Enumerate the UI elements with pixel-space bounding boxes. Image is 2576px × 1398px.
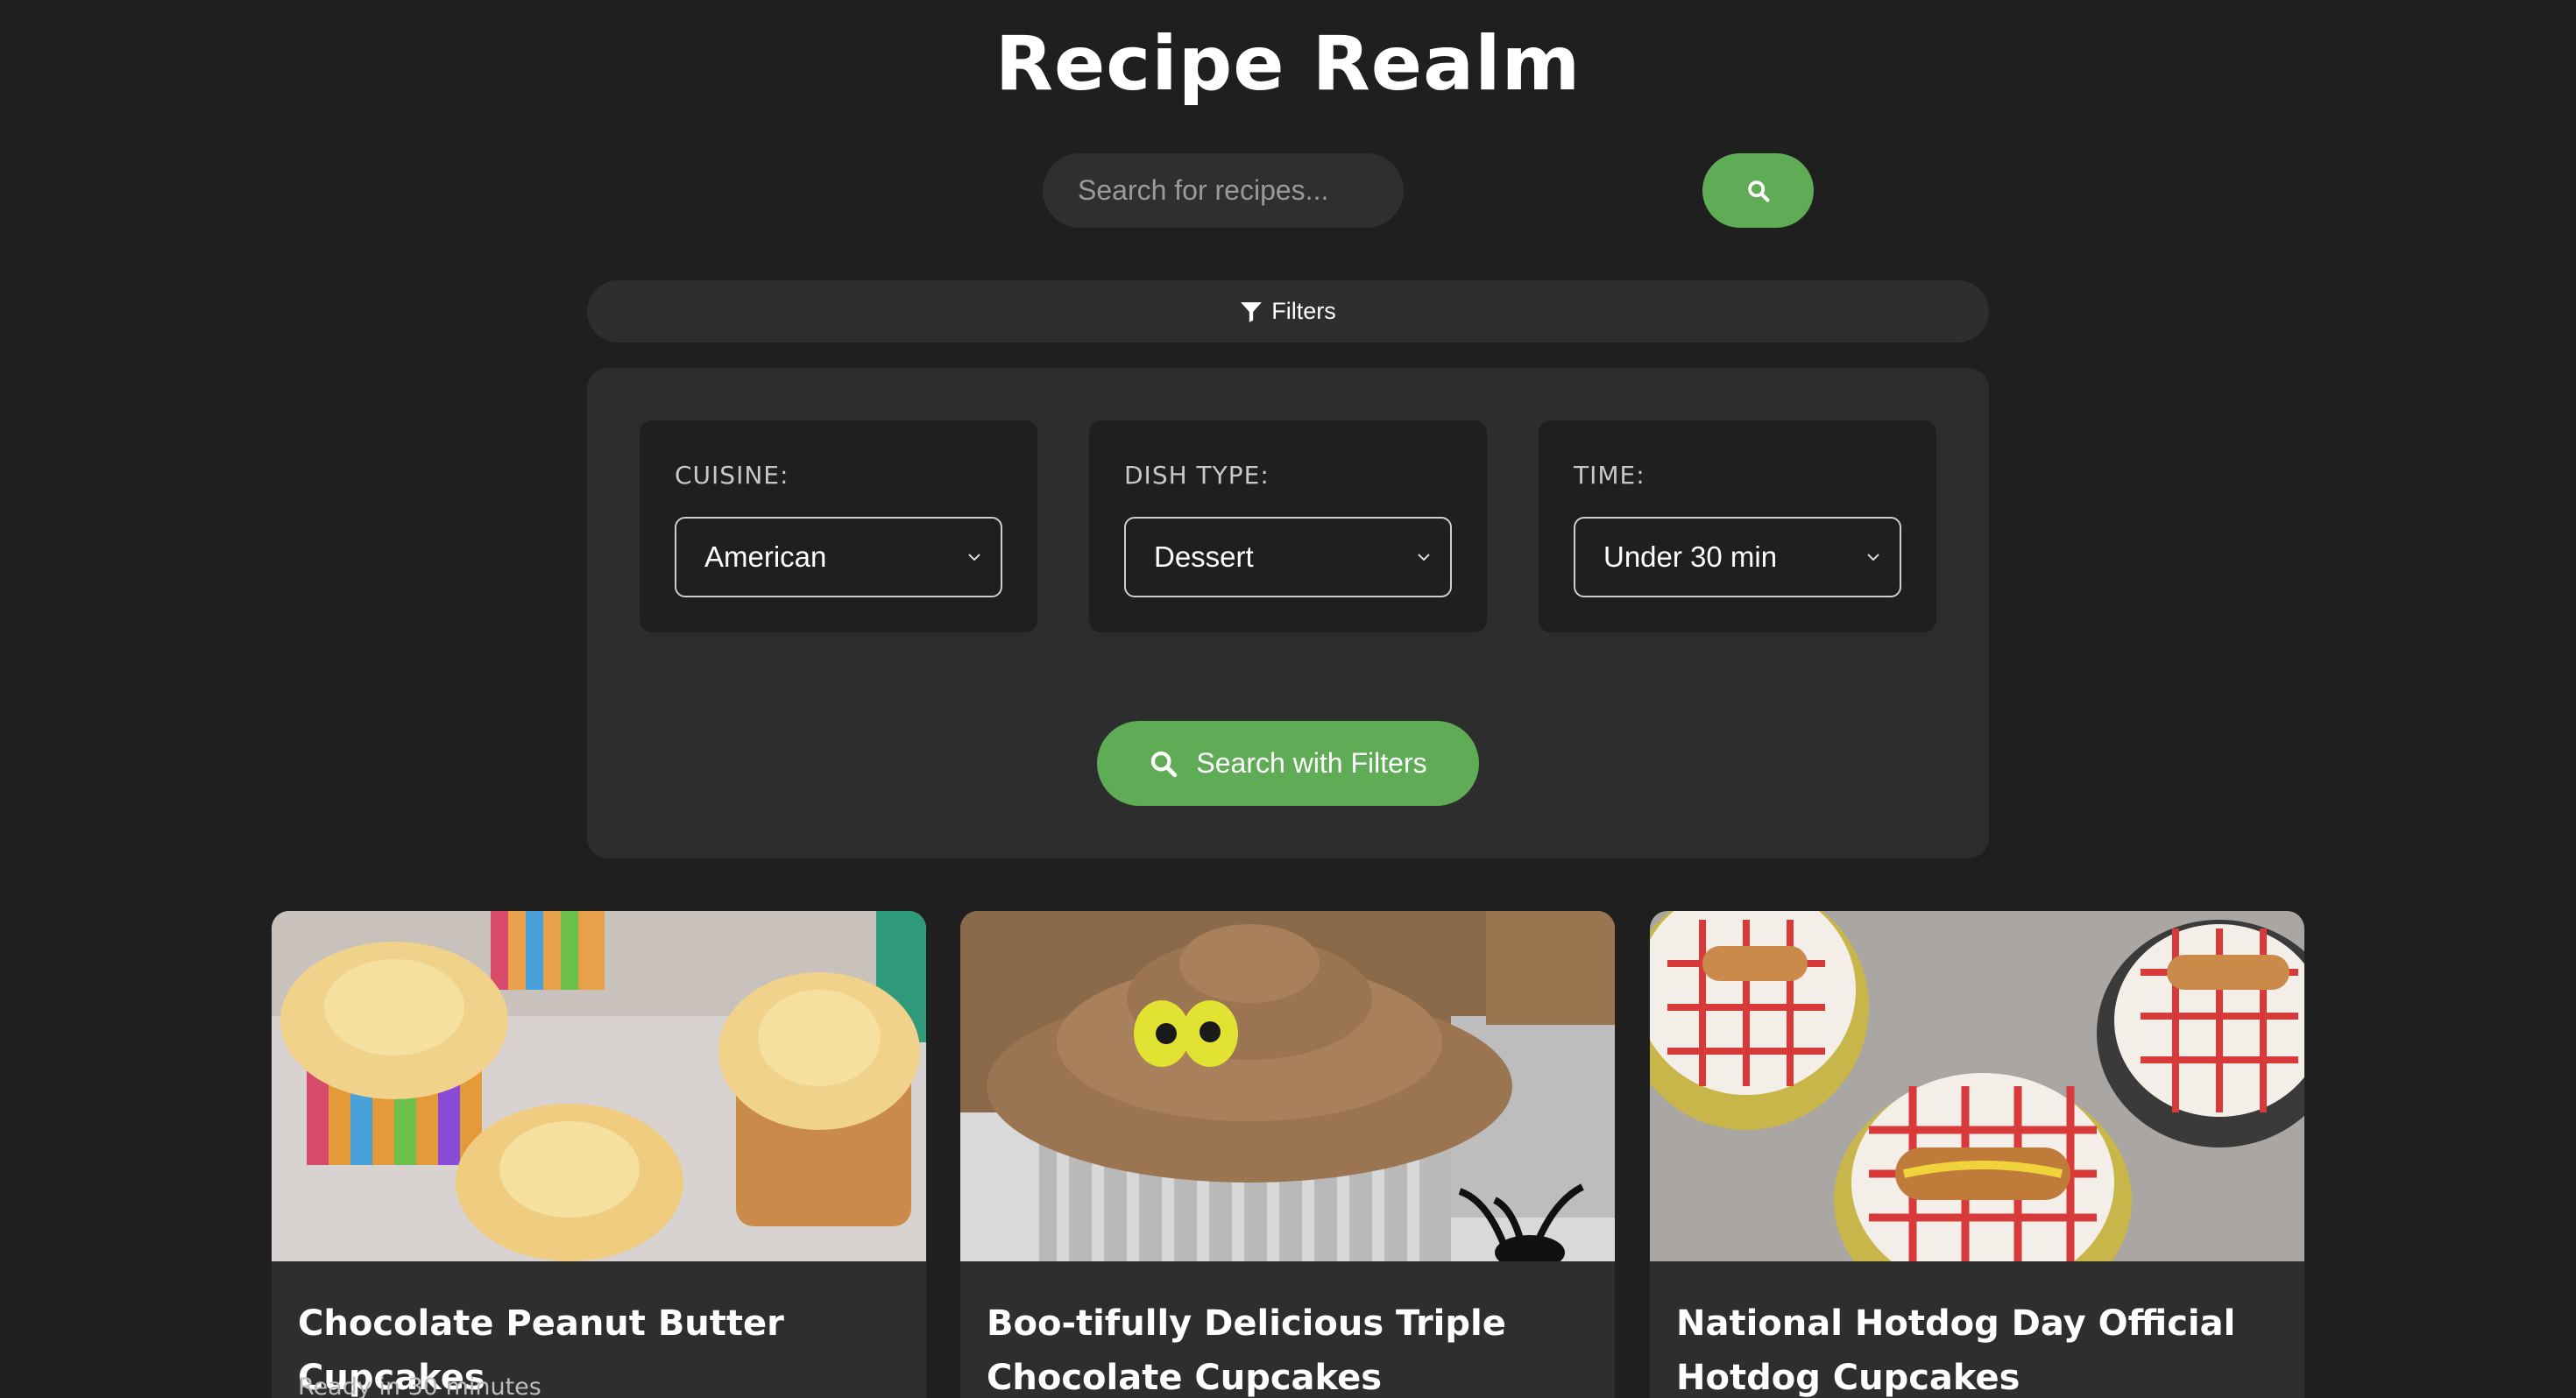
page: Recipe Realm Filters CUISINE: American D… bbox=[0, 0, 2576, 1398]
recipe-image bbox=[1650, 911, 2304, 1261]
time-select-value: Under 30 min bbox=[1603, 540, 1778, 573]
filter-icon bbox=[1241, 301, 1263, 322]
recipe-card[interactable]: National Hotdog Day Official Hotdog Cupc… bbox=[1650, 911, 2304, 1398]
search-icon bbox=[1747, 180, 1770, 202]
app-title: Recipe Realm bbox=[994, 20, 1582, 108]
search-input[interactable] bbox=[1043, 153, 1404, 228]
recipe-card[interactable]: Chocolate Peanut Butter Cupcakes Ready i… bbox=[272, 911, 926, 1398]
time-select[interactable]: Under 30 min bbox=[1574, 517, 1901, 597]
time-filter-label: TIME: bbox=[1574, 461, 1645, 490]
recipe-title: Boo-tifully Delicious Triple Chocolate C… bbox=[987, 1303, 1506, 1398]
filters-toggle-label: Filters bbox=[1271, 298, 1336, 324]
search-button[interactable] bbox=[1702, 153, 1814, 228]
recipe-title: National Hotdog Day Official Hotdog Cupc… bbox=[1676, 1303, 2236, 1398]
recipe-image bbox=[272, 911, 926, 1261]
chevron-down-icon bbox=[1867, 554, 1879, 561]
search-icon bbox=[1151, 751, 1178, 777]
cuisine-filter-group: CUISINE: American bbox=[640, 420, 1037, 632]
recipe-image bbox=[960, 911, 1615, 1261]
chevron-down-icon bbox=[1418, 554, 1430, 561]
search-with-filters-label: Search with Filters bbox=[1196, 747, 1427, 779]
cuisine-filter-label: CUISINE: bbox=[675, 461, 789, 490]
dish-type-select[interactable]: Dessert bbox=[1124, 517, 1452, 597]
cuisine-select[interactable]: American bbox=[675, 517, 1002, 597]
time-filter-group: TIME: Under 30 min bbox=[1539, 420, 1936, 632]
recipe-time: Ready in 30 minutes bbox=[298, 1373, 541, 1398]
search-with-filters-button[interactable]: Search with Filters bbox=[1097, 721, 1479, 806]
dish-type-filter-label: DISH TYPE: bbox=[1124, 461, 1270, 490]
filter-panel: CUISINE: American DISH TYPE: Dessert TIM… bbox=[587, 368, 1989, 858]
dish-type-filter-group: DISH TYPE: Dessert bbox=[1089, 420, 1487, 632]
filters-toggle-button[interactable]: Filters bbox=[587, 280, 1989, 342]
dish-type-select-value: Dessert bbox=[1154, 540, 1254, 573]
recipe-card[interactable]: Boo-tifully Delicious Triple Chocolate C… bbox=[960, 911, 1615, 1398]
cuisine-select-value: American bbox=[704, 540, 827, 573]
chevron-down-icon bbox=[968, 554, 980, 561]
